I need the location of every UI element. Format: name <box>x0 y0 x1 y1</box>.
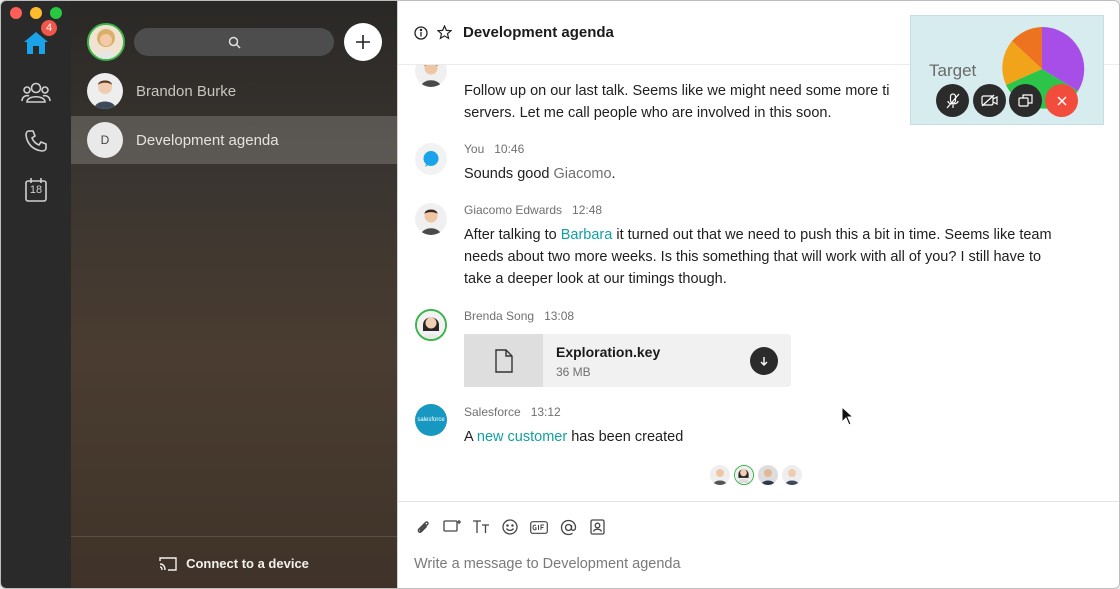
new-conversation-button[interactable] <box>344 23 382 61</box>
conversation-list-panel: Brandon Burke D Development agenda Conne… <box>71 1 397 588</box>
message-composer: Write a message to Development agenda <box>398 501 1119 588</box>
attach-button[interactable] <box>414 518 432 536</box>
minimize-window-button[interactable] <box>30 7 42 19</box>
cast-icon <box>159 556 177 571</box>
message-time: 13:08 <box>544 309 575 323</box>
conversation-title: Development agenda <box>463 24 614 41</box>
people-icon <box>21 82 51 103</box>
sender-name: Salesforce <box>464 405 521 419</box>
avatar <box>758 465 778 485</box>
gif-button[interactable] <box>530 518 548 536</box>
sender-name: Giacomo Edwards <box>464 203 563 217</box>
teams-nav-button[interactable] <box>19 75 53 109</box>
mention-button[interactable] <box>559 518 577 536</box>
file-size: 36 MB <box>556 365 591 379</box>
whiteboard-icon <box>443 520 461 532</box>
avatar <box>87 73 123 109</box>
download-button[interactable] <box>750 347 778 375</box>
end-call-button[interactable] <box>1045 84 1078 117</box>
star-icon[interactable] <box>437 25 452 40</box>
gif-icon <box>530 520 548 534</box>
avatar <box>710 465 730 485</box>
close-icon <box>1056 95 1067 106</box>
close-window-button[interactable] <box>10 7 22 19</box>
expand-window-button[interactable] <box>1009 84 1042 117</box>
download-icon <box>760 357 768 366</box>
document-icon <box>494 348 513 373</box>
new-customer-link[interactable]: new customer <box>477 429 567 445</box>
contact-card-button[interactable] <box>588 518 606 536</box>
app-window: 4 18 Brandon Burke D Development agenda … <box>0 0 1120 589</box>
avatar <box>734 465 754 485</box>
file-attachment[interactable]: Exploration.key 36 MB <box>464 334 791 387</box>
sender-name: Brenda Song <box>464 309 535 323</box>
maximize-window-button[interactable] <box>50 7 62 19</box>
conversation-name: Brandon Burke <box>136 82 237 100</box>
mention[interactable]: Giacomo <box>554 166 612 182</box>
mouse-cursor-icon <box>841 406 855 426</box>
salesforce-logo: salesforce <box>415 404 447 436</box>
space-initial-avatar: D <box>87 122 123 158</box>
message-input[interactable]: Write a message to Development agenda <box>414 556 681 572</box>
search-icon <box>228 36 241 49</box>
read-receipts <box>710 465 802 485</box>
calls-nav-button[interactable] <box>19 124 53 158</box>
message-text: After talking to Barbara it turned out t… <box>464 227 1052 287</box>
connect-device-button[interactable]: Connect to a device <box>71 536 397 588</box>
mute-button[interactable] <box>936 84 969 117</box>
stop-video-button[interactable] <box>973 84 1006 117</box>
at-sign-icon <box>560 519 576 535</box>
conversation-item-selected[interactable]: D Development agenda <box>71 116 397 164</box>
message-time: 12:48 <box>572 203 603 217</box>
info-icon[interactable] <box>414 25 428 40</box>
meetings-nav-button[interactable]: 18 <box>19 173 53 207</box>
file-name: Exploration.key <box>556 344 661 360</box>
mention-link[interactable]: Barbara <box>561 227 613 243</box>
avatar <box>415 65 447 87</box>
format-text-button[interactable] <box>472 518 490 536</box>
text-format-icon <box>473 520 489 533</box>
microphone-muted-icon <box>946 92 959 108</box>
paperclip-icon <box>417 521 429 533</box>
contact-card-icon <box>589 519 605 535</box>
video-off-icon <box>981 94 998 107</box>
unread-badge: 4 <box>41 20 57 36</box>
my-avatar-small <box>415 143 447 175</box>
message-list: Follow up on our last talk. Seems like w… <box>398 65 1119 501</box>
window-controls <box>10 7 62 19</box>
file-thumbnail <box>464 334 543 387</box>
phone-icon <box>25 130 47 152</box>
conversation-name: Development agenda <box>136 131 279 149</box>
calendar-day: 18 <box>29 184 43 196</box>
message-time: 10:46 <box>494 142 525 156</box>
message-text: A new customer has been created <box>464 429 684 445</box>
call-target-label: Target <box>929 61 977 80</box>
message-text: Sounds good Giacomo. <box>464 166 616 182</box>
composer-toolbar <box>414 518 606 536</box>
whiteboard-button[interactable] <box>443 518 461 536</box>
avatar <box>782 465 802 485</box>
nav-rail: 4 18 <box>1 1 71 588</box>
window-restore-icon <box>1018 93 1033 107</box>
message-time: 13:12 <box>530 405 561 419</box>
home-nav-button[interactable]: 4 <box>19 20 57 60</box>
emoji-icon <box>502 519 518 535</box>
call-preview-window[interactable]: Target <box>910 15 1104 125</box>
chat-bubble-icon <box>423 151 439 167</box>
avatar <box>415 309 447 341</box>
conversation-item[interactable]: Brandon Burke <box>71 67 397 115</box>
sender-name: You <box>464 142 485 156</box>
emoji-button[interactable] <box>501 518 519 536</box>
plus-icon <box>356 35 370 49</box>
my-avatar[interactable] <box>87 23 125 61</box>
avatar <box>415 203 447 235</box>
search-input[interactable] <box>134 28 334 56</box>
